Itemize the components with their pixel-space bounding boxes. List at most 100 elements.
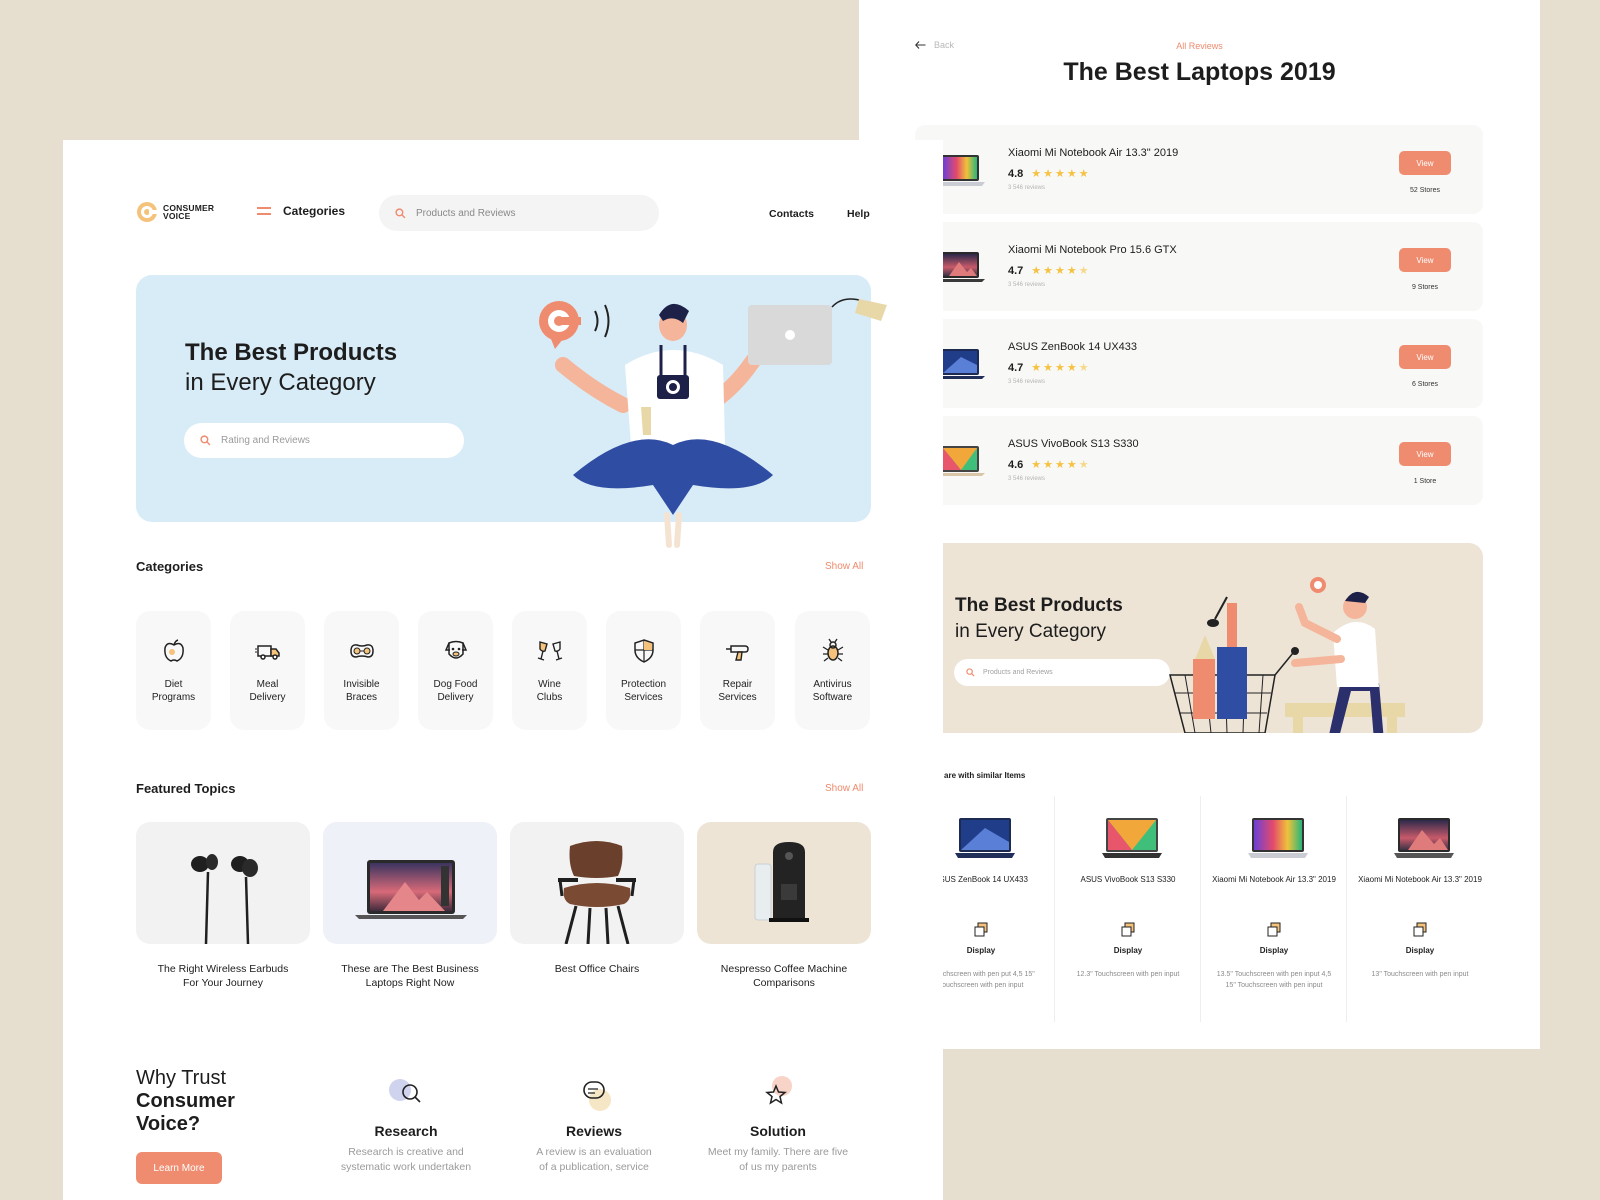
compare-column[interactable]: ASUS VivoBook S13 S330 Display 12.3" Tou… [1054,796,1200,1022]
categories-menu-button[interactable]: Categories [257,204,345,218]
store-count: 1 Store [1413,478,1437,485]
view-button[interactable]: View [1399,151,1451,175]
search-icon [395,207,406,218]
product-rating: 4.8 ★★★★★ [1008,167,1091,181]
feature-desc-line-1: A review is an evaluation [536,1146,652,1158]
topic-caption-line-1: The Right Wireless Earbuds [157,963,289,975]
logo-line-2: VOICE [163,211,191,221]
review-count: 3 546 reviews [1008,476,1046,482]
nav-link-contacts[interactable]: Contacts [769,208,814,220]
categories-show-all-link[interactable]: Show All [825,561,863,572]
product-name[interactable]: Xiaomi Mi Notebook Air 13.3" 2019 [1008,147,1178,159]
search-input[interactable]: Products and Reviews [379,195,659,231]
chat-bubble-icon [583,1081,611,1111]
compare-column[interactable]: Xiaomi Mi Notebook Air 13.3" 2019 Displa… [1346,796,1492,1022]
feature-desc: A review is an evaluation of a publicatio… [504,1145,684,1175]
product-card[interactable]: ASUS VivoBook S13 S330 4.6 ★★★★★ 3 546 re… [915,416,1483,505]
view-button[interactable]: View [1399,248,1451,272]
topic-card-laptops[interactable] [323,822,497,944]
topic-caption-line-1: Nespresso Coffee Machine [720,963,848,975]
category-card-diet-programs[interactable]: Diet Programs [136,611,211,730]
view-button[interactable]: View [1399,442,1451,466]
truck-icon [255,645,280,660]
search-placeholder: Products and Reviews [983,669,1053,676]
categories-label: Categories [283,204,346,218]
topic-caption[interactable]: Nespresso Coffee Machine Comparisons [697,962,871,990]
topic-card-earbuds[interactable] [136,822,310,944]
store-count: 52 Stores [1410,187,1440,194]
breadcrumb[interactable]: All Reviews [859,41,1540,51]
compare-section-title: are with similar Items [944,771,1026,780]
category-card-repair-services[interactable]: Repair Services [700,611,775,730]
menu-icon [257,207,271,215]
compare-product-name: Xiaomi Mi Notebook Air 13.3" 2019 [1212,875,1336,884]
feature-title: Solution [750,1123,806,1139]
featured-show-all-link[interactable]: Show All [825,783,863,794]
view-button[interactable]: View [1399,345,1451,369]
product-name[interactable]: ASUS ZenBook 14 UX433 [1008,341,1137,353]
teeth-icon [350,644,374,658]
topic-caption[interactable]: Best Office Chairs [510,962,684,976]
category-label-line-1: Diet [164,679,183,690]
category-label-line-1: Wine [538,679,561,690]
category-card-wine-clubs[interactable]: Wine Clubs [512,611,587,730]
product-card[interactable]: Xiaomi Mi Notebook Pro 15.6 GTX 4.7 ★★★★★… [915,222,1483,311]
topic-card-coffee-machine[interactable] [697,822,871,944]
why-line-1: Why Trust [136,1067,227,1089]
star-rating-icon: ★★★★★ [1031,265,1091,277]
star-icon [765,1076,792,1105]
topic-caption[interactable]: The Right Wireless Earbuds For Your Journ… [136,962,310,990]
category-label-line-1: Repair [722,679,753,690]
category-label: Antivirus Software [795,678,870,704]
nav-link-help[interactable]: Help [847,208,870,220]
category-label-line-2: Delivery [249,692,286,703]
why-line-2: Consumer [136,1090,235,1112]
feature-desc: Meet my family. There are five of us my p… [688,1145,868,1175]
topic-caption[interactable]: These are The Best Business Laptops Right… [323,962,497,990]
topic-card-office-chairs[interactable] [510,822,684,944]
topic-caption-line-1: Best Office Chairs [554,963,640,975]
feature-reviews: Reviews A review is an evaluation of a pu… [504,1076,684,1175]
hero-search-input[interactable]: Rating and Reviews [184,423,464,458]
product-rating: 4.7 ★★★★★ [1008,361,1091,375]
category-label: Repair Services [700,678,775,704]
product-name[interactable]: Xiaomi Mi Notebook Pro 15.6 GTX [1008,244,1177,256]
category-label-line-2: Software [812,692,853,703]
laptop-image [355,860,467,919]
product-card[interactable]: Xiaomi Mi Notebook Air 13.3" 2019 4.8 ★★★… [915,125,1483,214]
drill-icon [726,645,749,661]
featured-section-title: Featured Topics [136,781,236,796]
categories-section-title: Categories [136,559,204,574]
topic-caption-line-2: Laptops Right Now [365,977,455,989]
hero-title-rest: in Every Category [185,369,376,396]
compare-feature-label: Display [1113,946,1143,955]
category-card-meal-delivery[interactable]: Meal Delivery [230,611,305,730]
search-placeholder: Products and Reviews [416,207,516,219]
compare-feature-label: Display [1405,946,1435,955]
feature-title: Research [374,1123,438,1139]
category-card-protection-services[interactable]: Protection Services [606,611,681,730]
magnifier-icon [389,1079,421,1103]
compare-column[interactable]: Xiaomi Mi Notebook Air 13.3" 2019 Displa… [1200,796,1346,1022]
category-card-invisible-braces[interactable]: Invisible Braces [324,611,399,730]
laptop-thumbnail [1248,818,1308,858]
consumer-voice-logo-icon [137,202,158,222]
star-rating-icon: ★★★★★ [1031,459,1091,471]
product-name[interactable]: ASUS VivoBook S13 S330 [1008,438,1139,450]
rating-value: 4.7 [1008,264,1024,277]
product-card[interactable]: ASUS ZenBook 14 UX433 4.7 ★★★★★ 3 546 rev… [915,319,1483,408]
bug-icon [822,638,844,662]
display-icon [1267,922,1281,937]
category-card-antivirus-software[interactable]: Antivirus Software [795,611,870,730]
category-card-dog-food-delivery[interactable]: Dog Food Delivery [418,611,493,730]
hero-title: The Best Products in Every Category [955,593,1123,645]
feature-desc-line-1: Research is creative and [348,1146,464,1158]
logo[interactable]: CONSUMER VOICE [136,201,214,223]
hero-title-bold: The Best Products [955,595,1123,616]
category-label: Meal Delivery [230,678,305,704]
learn-more-button[interactable]: Learn More [136,1152,222,1184]
category-label: Protection Services [606,678,681,704]
search-input[interactable]: Products and Reviews [954,659,1170,686]
category-label-line-2: Delivery [437,692,474,703]
apple-icon [164,639,184,662]
